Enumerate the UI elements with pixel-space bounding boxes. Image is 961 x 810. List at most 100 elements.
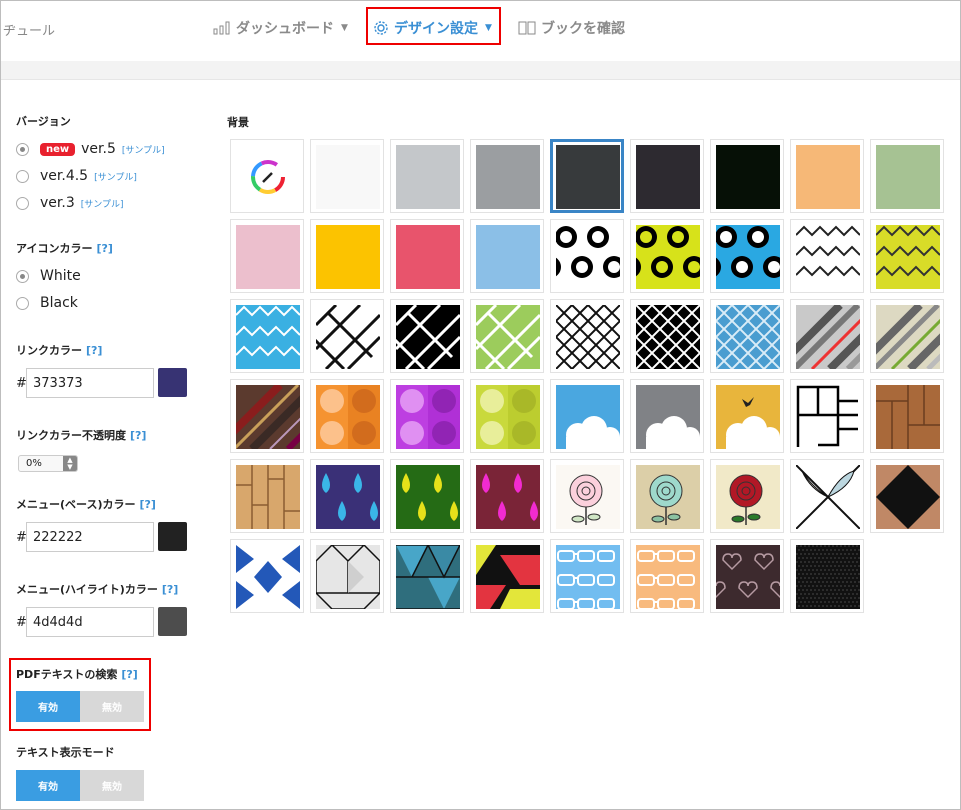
menu-highlight-color-input[interactable]: 4d4d4d [26,607,154,637]
background-swatch [796,385,860,449]
background-tile-cubes-teal[interactable] [390,539,464,613]
link-color-swatch[interactable] [158,368,187,397]
icon-color-black[interactable]: Black [16,295,78,311]
background-tile-dots-purple[interactable] [390,379,464,453]
background-tile-cloud-blue[interactable] [550,379,624,453]
background-tile-stripes-brown[interactable] [230,379,304,453]
background-tile-circles-lime[interactable] [630,219,704,293]
background-tile-herringbone-green[interactable] [470,299,544,373]
background-tile-color-f6b877[interactable] [790,139,864,213]
background-tile-stripes-beige-green[interactable] [870,299,944,373]
ver45-label: ver.4.5 [40,168,89,184]
background-tile-color-373a3c[interactable] [550,139,624,213]
background-tile-drops-green[interactable] [390,459,464,533]
radio-ver45[interactable] [16,169,29,183]
nav-view-book-label: ブックを確認 [541,21,625,37]
background-swatch [236,545,300,609]
background-tile-color-9b9ea1[interactable] [470,139,544,213]
background-tile-dots-orange[interactable] [310,379,384,453]
help-link[interactable]: [?] [130,429,146,442]
background-tile-hearts-dark[interactable] [710,539,784,613]
background-tile-glasses-blue[interactable] [550,539,624,613]
menu-base-color-swatch[interactable] [158,522,187,551]
text-display-off-button[interactable]: 無効 [80,770,144,801]
background-tile-color-f8f8f8[interactable] [310,139,384,213]
background-tile-lattice-white[interactable] [550,299,624,373]
background-tile-bricks-outline[interactable] [790,379,864,453]
bar-chart-icon [213,21,230,35]
version-option-ver45[interactable]: ver.4.5 [サンプル] [16,168,137,184]
background-tile-color-a6c293[interactable] [870,139,944,213]
background-tile-rose-red[interactable] [710,459,784,533]
background-tile-lattice-black[interactable] [630,299,704,373]
sample-link-ver5[interactable]: [サンプル] [122,143,165,156]
background-tile-color-picker[interactable] [230,139,304,213]
version-option-ver3[interactable]: ver.3 [サンプル] [16,195,124,211]
background-tile-color-ecbfcd[interactable] [230,219,304,293]
text-display-on-button[interactable]: 有効 [16,770,80,801]
version-option-ver5[interactable]: new ver.5 [サンプル] [16,141,165,157]
help-link[interactable]: [?] [140,498,156,511]
background-tile-herringbone-black[interactable] [390,299,464,373]
background-tile-circles-blue[interactable] [710,219,784,293]
sample-link-ver45[interactable]: [サンプル] [94,170,137,183]
help-link[interactable]: [?] [96,242,112,255]
background-tile-color-fcc300[interactable] [310,219,384,293]
nav-dashboard[interactable]: ダッシュボード ▼ [213,18,348,38]
background-tile-blocks-red-yellow[interactable] [470,539,544,613]
background-tile-cloud-gray[interactable] [630,379,704,453]
background-tile-color-8bbfe7[interactable] [470,219,544,293]
background-swatch [316,145,380,209]
background-tile-quatrefoil-blue[interactable] [230,539,304,613]
background-tile-glasses-orange[interactable] [630,539,704,613]
background-tile-carbon-black[interactable] [790,539,864,613]
background-swatch [236,385,300,449]
text-display-mode-toggle[interactable]: 有効 無効 [16,770,144,801]
background-tile-cubes-gray[interactable] [310,539,384,613]
stepper-icon: ▲ ▼ [63,456,77,471]
background-tile-color-c4c7ca[interactable] [390,139,464,213]
help-link[interactable]: [?] [162,583,178,596]
background-tile-lattice-blue[interactable] [710,299,784,373]
toolbar-band [1,61,960,80]
background-tile-rose-white[interactable] [550,459,624,533]
sample-link-ver3[interactable]: [サンプル] [81,197,124,210]
radio-ver3[interactable] [16,196,29,210]
version-title: バージョン [16,113,71,129]
background-tile-herringbone-white[interactable] [310,299,384,373]
background-tile-leaf-curves[interactable] [790,459,864,533]
background-tile-cloud-bird-orange[interactable] [710,379,784,453]
menu-base-color-input[interactable]: 222222 [26,522,154,552]
link-opacity-select[interactable]: 0% ▲ ▼ [18,455,78,472]
link-color-input[interactable]: 373373 [26,368,154,398]
radio-white[interactable] [16,269,29,283]
radio-ver5[interactable] [16,142,29,156]
nav-view-book[interactable]: ブックを確認 [518,18,625,38]
brand-text: ヂュール [3,24,56,39]
background-tile-dots-lime[interactable] [470,379,544,453]
background-tile-curves-brown[interactable] [870,459,944,533]
background-tile-color-061006[interactable] [710,139,784,213]
icon-color-white[interactable]: White [16,268,81,284]
background-tile-drops-navy[interactable] [310,459,384,533]
background-tile-zigzag-white[interactable] [790,219,864,293]
radio-black[interactable] [16,296,29,310]
background-swatch [316,385,380,449]
link-opacity-title: リンクカラー不透明度 [?] [16,427,146,443]
background-swatch [236,305,300,369]
background-tile-wood-parquet[interactable] [870,379,944,453]
background-tile-zigzag-yellow[interactable] [870,219,944,293]
background-swatch [556,305,620,369]
background-tile-drops-maroon[interactable] [470,459,544,533]
background-tile-circles-black-white[interactable] [550,219,624,293]
background-tile-color-e8546c[interactable] [390,219,464,293]
background-tile-wood-planks[interactable] [230,459,304,533]
menu-highlight-color-swatch[interactable] [158,607,187,636]
text-display-mode-title: テキスト表示モード [16,744,115,760]
link-color-title-text: リンクカラー [16,344,82,357]
background-tile-zigzag-blue[interactable] [230,299,304,373]
help-link[interactable]: [?] [86,344,102,357]
background-tile-stripes-gray-red[interactable] [790,299,864,373]
background-tile-rose-teal[interactable] [630,459,704,533]
background-tile-color-2d2a30[interactable] [630,139,704,213]
